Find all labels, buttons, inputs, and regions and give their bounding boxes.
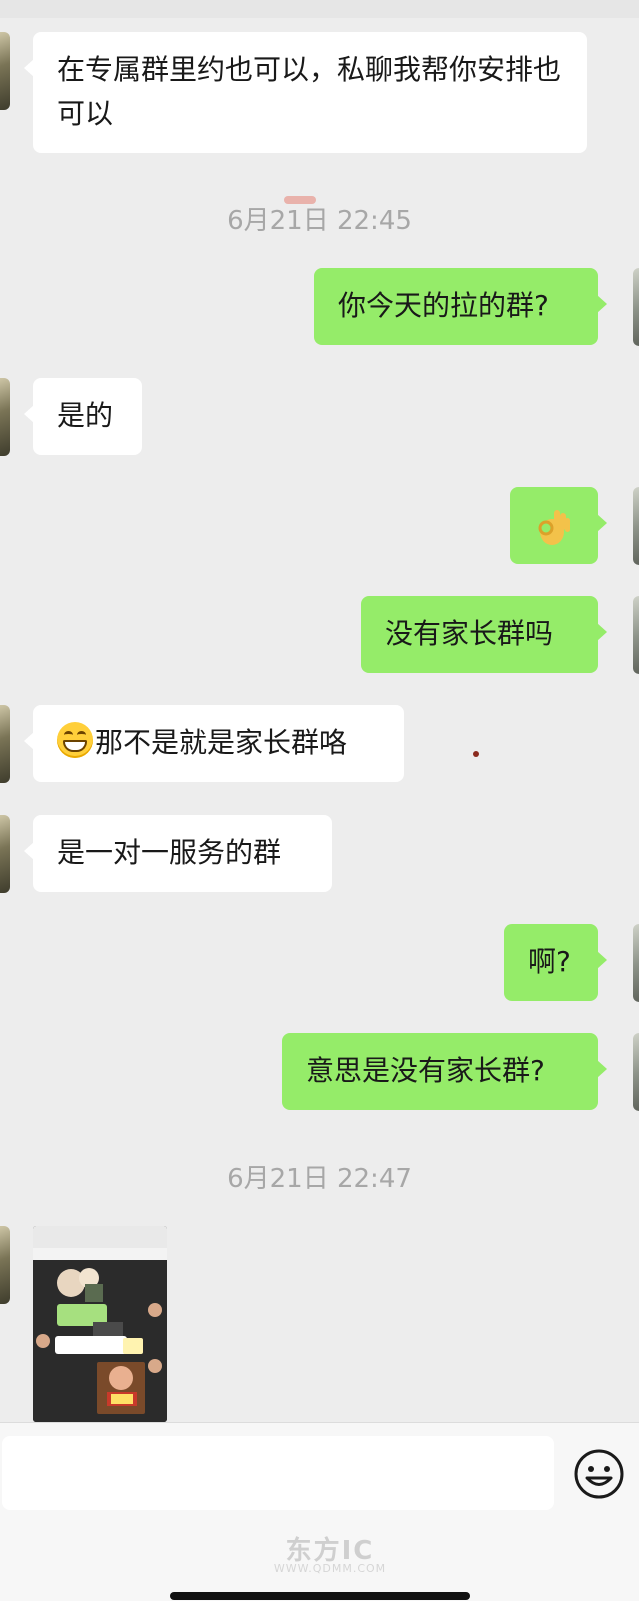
timestamp: 6月21日 22:45 (227, 206, 412, 236)
message-text: 啊? (528, 945, 571, 978)
message-text: 是的 (57, 399, 114, 432)
sent-message-bubble[interactable]: 意思是没有家长群? (282, 1033, 607, 1110)
contact-avatar[interactable] (0, 378, 10, 456)
sent-message-bubble[interactable]: 你今天的拉的群? (314, 268, 607, 345)
ok-hand-icon (532, 504, 572, 548)
received-message-bubble[interactable]: 在专属群里约也可以，私聊我帮你安排也可以 (24, 32, 587, 153)
message-text: 那不是就是家长群咯 (95, 726, 348, 759)
message-text: 你今天的拉的群? (338, 289, 549, 322)
status-bar-strip (0, 0, 639, 18)
my-avatar[interactable] (633, 1033, 639, 1111)
smiley-icon[interactable] (573, 1448, 625, 1500)
my-avatar[interactable] (633, 596, 639, 674)
contact-avatar[interactable] (0, 1226, 10, 1304)
contact-avatar[interactable] (0, 705, 10, 783)
grinning-face-icon (57, 722, 93, 758)
timestamp: 6月21日 22:47 (227, 1164, 412, 1194)
message-text: 是一对一服务的群 (57, 836, 282, 869)
image-message-thumbnail[interactable] (33, 1226, 167, 1422)
my-avatar[interactable] (633, 924, 639, 1002)
message-text: 意思是没有家长群? (306, 1054, 545, 1087)
message-text: 在专属群里约也可以，私聊我帮你安排也可以 (57, 53, 562, 130)
stray-dot (473, 751, 479, 757)
message-text: 没有家长群吗 (385, 617, 554, 650)
my-avatar[interactable] (633, 487, 639, 565)
sent-message-bubble[interactable]: 啊? (504, 924, 607, 1001)
received-message-bubble[interactable]: 是一对一服务的群 (24, 815, 332, 892)
home-indicator[interactable] (170, 1592, 470, 1600)
contact-avatar[interactable] (0, 815, 10, 893)
sent-message-bubble[interactable]: 没有家长群吗 (361, 596, 607, 673)
message-input[interactable] (2, 1436, 554, 1510)
watermark-url: WWW.QDMM.COM (273, 1562, 387, 1575)
my-avatar[interactable] (633, 268, 639, 346)
contact-avatar[interactable] (0, 32, 10, 110)
received-message-bubble[interactable]: 那不是就是家长群咯 (24, 705, 404, 782)
sent-emoji-bubble[interactable] (510, 487, 607, 564)
received-message-bubble[interactable]: 是的 (24, 378, 142, 455)
